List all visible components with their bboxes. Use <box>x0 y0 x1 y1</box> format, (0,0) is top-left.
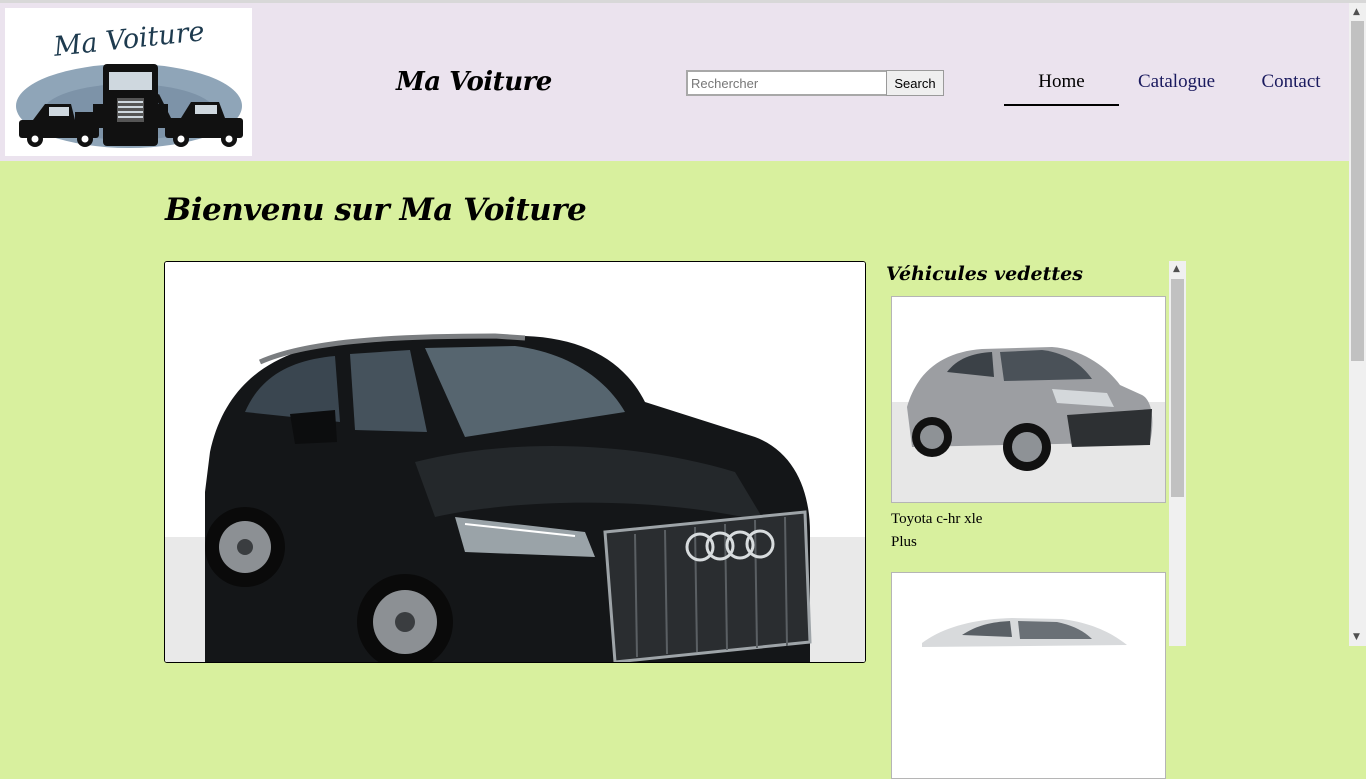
featured-scrollbar-thumb[interactable] <box>1171 279 1184 497</box>
logo-text: Ma Voiture <box>51 16 206 63</box>
featured-card-image[interactable] <box>891 296 1166 503</box>
featured-scroll-up-icon[interactable]: ▲ <box>1173 264 1180 274</box>
featured-card-more-link[interactable]: Plus <box>891 534 917 551</box>
nav-active-indicator <box>1004 104 1119 106</box>
logo-image: Ma Voiture <box>16 16 243 148</box>
featured-scrollbar[interactable]: ▲ <box>1169 261 1186 646</box>
page-scrollbar-thumb[interactable] <box>1351 21 1364 361</box>
search-button[interactable]: Search <box>886 70 944 96</box>
scroll-up-arrow-icon[interactable]: ▲ <box>1353 7 1360 17</box>
audi-suv-illustration <box>165 262 865 662</box>
nav-contact-link[interactable]: Contact <box>1254 71 1328 93</box>
nav-home-link[interactable]: Home <box>1004 71 1119 93</box>
toyota-chr-illustration <box>892 297 1165 502</box>
page-scrollbar[interactable]: ▲ ▼ <box>1349 3 1366 646</box>
page-heading: Bienvenu sur Ma Voiture <box>165 192 587 228</box>
featured-card-image[interactable] <box>891 572 1166 779</box>
site-header: Ma Voiture Ma Voiture Rechercher Search … <box>0 3 1349 161</box>
site-logo[interactable]: Ma Voiture <box>5 8 252 156</box>
hero-car-image <box>164 261 866 663</box>
site-title: Ma Voiture <box>396 67 552 97</box>
nav-catalogue-link[interactable]: Catalogue <box>1131 71 1222 93</box>
white-sedan-illustration <box>892 573 1165 778</box>
featured-vehicles-title: Véhicules vedettes <box>886 263 1083 285</box>
search-input[interactable] <box>686 70 890 96</box>
featured-card-name: Toyota c-hr xle <box>891 511 983 527</box>
scroll-down-arrow-icon[interactable]: ▼ <box>1353 632 1360 642</box>
